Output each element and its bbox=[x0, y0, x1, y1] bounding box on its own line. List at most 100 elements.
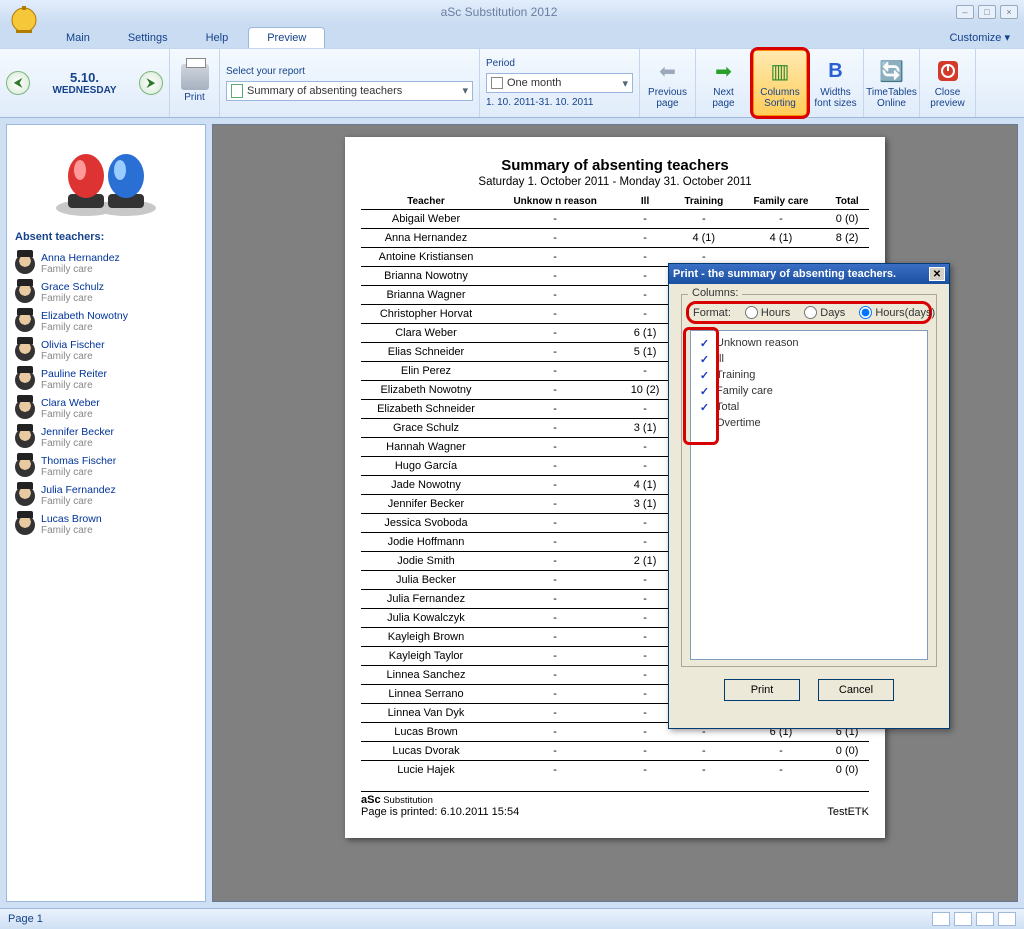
checklist-item[interactable]: ✓ Family care bbox=[693, 383, 925, 399]
radio-days[interactable]: Days bbox=[804, 306, 845, 319]
dialog-titlebar[interactable]: Print - the summary of absenting teacher… bbox=[669, 264, 949, 284]
tab-preview[interactable]: Preview bbox=[248, 27, 325, 48]
period-combo-value: One month bbox=[507, 77, 561, 89]
teacher-reason: Family care bbox=[41, 351, 105, 362]
dialog-title: Print - the summary of absenting teacher… bbox=[673, 268, 896, 280]
refresh-icon: 🔄 bbox=[878, 57, 906, 85]
minimize-button[interactable]: – bbox=[956, 5, 974, 19]
columns-sorting-button[interactable]: ▥ Columns Sorting bbox=[752, 49, 808, 117]
window-controls: – □ × bbox=[956, 5, 1018, 19]
format-row: Format: Hours Days Hours(days) bbox=[686, 301, 932, 324]
absent-teacher-row[interactable]: Julia FernandezFamily care bbox=[7, 481, 205, 510]
avatar-icon bbox=[15, 341, 35, 361]
checklist-label: Total bbox=[716, 401, 739, 413]
customize-menu[interactable]: Customize ▾ bbox=[945, 27, 1014, 48]
avatar-icon bbox=[15, 254, 35, 274]
next-day-button[interactable]: ⮞ bbox=[139, 71, 163, 95]
absent-teacher-row[interactable]: Anna HernandezFamily care bbox=[7, 249, 205, 278]
status-page: Page 1 bbox=[8, 913, 43, 925]
close-button[interactable]: × bbox=[1000, 5, 1018, 19]
columns-fieldset: Columns: Format: Hours Days Hours(days) … bbox=[681, 294, 937, 667]
teacher-reason: Family care bbox=[41, 293, 104, 304]
dialog-close-button[interactable]: ✕ bbox=[929, 267, 945, 281]
period-label: Period bbox=[486, 58, 633, 69]
absent-teachers-heading: Absent teachers: bbox=[7, 225, 205, 249]
widths-fontsizes-button[interactable]: B Widths font sizes bbox=[808, 49, 864, 117]
app-title: aSc Substitution 2012 bbox=[42, 5, 956, 19]
checklist-label: Family care bbox=[716, 385, 773, 397]
status-zoom-controls[interactable] bbox=[932, 912, 1016, 926]
absent-teacher-row[interactable]: Jennifer BeckerFamily care bbox=[7, 423, 205, 452]
report-col-header: Training bbox=[671, 194, 737, 210]
absent-teacher-row[interactable]: Olivia FischerFamily care bbox=[7, 336, 205, 365]
chevron-down-icon: ▾ bbox=[462, 84, 468, 97]
date-navigator: ⮜ 5.10. WEDNESDAY ⮞ bbox=[0, 49, 170, 117]
radio-hours[interactable]: Hours bbox=[745, 306, 790, 319]
checklist-item[interactable]: ✓Training bbox=[693, 367, 925, 383]
report-row: Lucas Dvorak----0 (0) bbox=[361, 742, 869, 761]
teacher-name: Jennifer Becker bbox=[41, 426, 114, 438]
teacher-reason: Family care bbox=[41, 380, 107, 391]
absent-teacher-row[interactable]: Thomas FischerFamily care bbox=[7, 452, 205, 481]
period-range: 1. 10. 2011-31. 10. 2011 bbox=[486, 97, 633, 108]
tab-help[interactable]: Help bbox=[188, 28, 247, 48]
check-icon: ✓ bbox=[699, 386, 710, 397]
teacher-reason: Family care bbox=[41, 467, 116, 478]
avatar-icon bbox=[15, 486, 35, 506]
timetables-online-button[interactable]: 🔄 TimeTables Online bbox=[864, 49, 920, 117]
check-icon: ✓ bbox=[699, 354, 710, 365]
print-group: Print bbox=[170, 49, 220, 117]
next-page-button[interactable]: ➡ Next page bbox=[696, 49, 752, 117]
radio-hoursdays[interactable]: Hours(days) bbox=[859, 306, 935, 319]
maximize-button[interactable]: □ bbox=[978, 5, 996, 19]
absent-teacher-row[interactable]: Lucas BrownFamily care bbox=[7, 510, 205, 539]
report-row: Abigail Weber----0 (0) bbox=[361, 210, 869, 229]
columns-dialog: Print - the summary of absenting teacher… bbox=[668, 263, 950, 729]
current-date: 5.10. bbox=[36, 70, 133, 85]
status-bar: Page 1 bbox=[0, 908, 1024, 929]
arrow-left-icon: ⬅ bbox=[654, 57, 682, 85]
close-preview-button[interactable]: Close preview bbox=[920, 49, 976, 117]
avatar-icon bbox=[15, 283, 35, 303]
report-combo[interactable]: Summary of absenting teachers ▾ bbox=[226, 81, 473, 101]
period-combo[interactable]: One month ▾ bbox=[486, 73, 633, 93]
absent-teacher-row[interactable]: Elizabeth NowotnyFamily care bbox=[7, 307, 205, 336]
columns-icon: ▥ bbox=[766, 57, 794, 85]
teacher-name: Anna Hernandez bbox=[41, 252, 120, 264]
absent-teacher-row[interactable]: Clara WeberFamily care bbox=[7, 394, 205, 423]
teacher-name: Thomas Fischer bbox=[41, 455, 116, 467]
ribbon: ⮜ 5.10. WEDNESDAY ⮞ Print Select your re… bbox=[0, 48, 1024, 118]
absent-teacher-row[interactable]: Grace SchulzFamily care bbox=[7, 278, 205, 307]
print-label: Print bbox=[184, 92, 205, 103]
checklist-label: Ill bbox=[716, 353, 724, 365]
tab-main[interactable]: Main bbox=[48, 28, 108, 48]
checklist-label: Overtime bbox=[716, 417, 761, 429]
avatar-icon bbox=[15, 428, 35, 448]
report-row: Lucie Hajek----0 (0) bbox=[361, 761, 869, 780]
checklist-label: Unknown reason bbox=[716, 337, 799, 349]
report-col-header: Ill bbox=[619, 194, 671, 210]
checklist-item[interactable]: ✓Total bbox=[693, 399, 925, 415]
tab-settings[interactable]: Settings bbox=[110, 28, 186, 48]
checklist-item[interactable]: Overtime bbox=[693, 415, 925, 431]
dialog-print-button[interactable]: Print bbox=[724, 679, 800, 701]
printer-icon[interactable] bbox=[181, 64, 209, 90]
prev-day-button[interactable]: ⮜ bbox=[6, 71, 30, 95]
dialog-cancel-button[interactable]: Cancel bbox=[818, 679, 894, 701]
checklist-item[interactable]: ✓Unknown reason bbox=[693, 335, 925, 351]
teacher-name: Julia Fernandez bbox=[41, 484, 116, 496]
check-icon bbox=[699, 418, 710, 429]
absent-teacher-row[interactable]: Pauline ReiterFamily care bbox=[7, 365, 205, 394]
teacher-reason: Family care bbox=[41, 409, 100, 420]
left-pane: Absent teachers: Anna HernandezFamily ca… bbox=[6, 124, 206, 902]
previous-page-button[interactable]: ⬅ Previous page bbox=[640, 49, 696, 117]
teacher-name: Pauline Reiter bbox=[41, 368, 107, 380]
teacher-reason: Family care bbox=[41, 496, 116, 507]
columns-checklist[interactable]: ✓Unknown reason ✓ Ill ✓Training ✓ Family care… bbox=[690, 330, 928, 660]
report-combo-value: Summary of absenting teachers bbox=[247, 85, 402, 97]
avatar-icon bbox=[15, 457, 35, 477]
document-icon bbox=[231, 84, 243, 98]
power-icon bbox=[934, 57, 962, 85]
checklist-item[interactable]: ✓ Ill bbox=[693, 351, 925, 367]
report-col-header: Family care bbox=[737, 194, 826, 210]
